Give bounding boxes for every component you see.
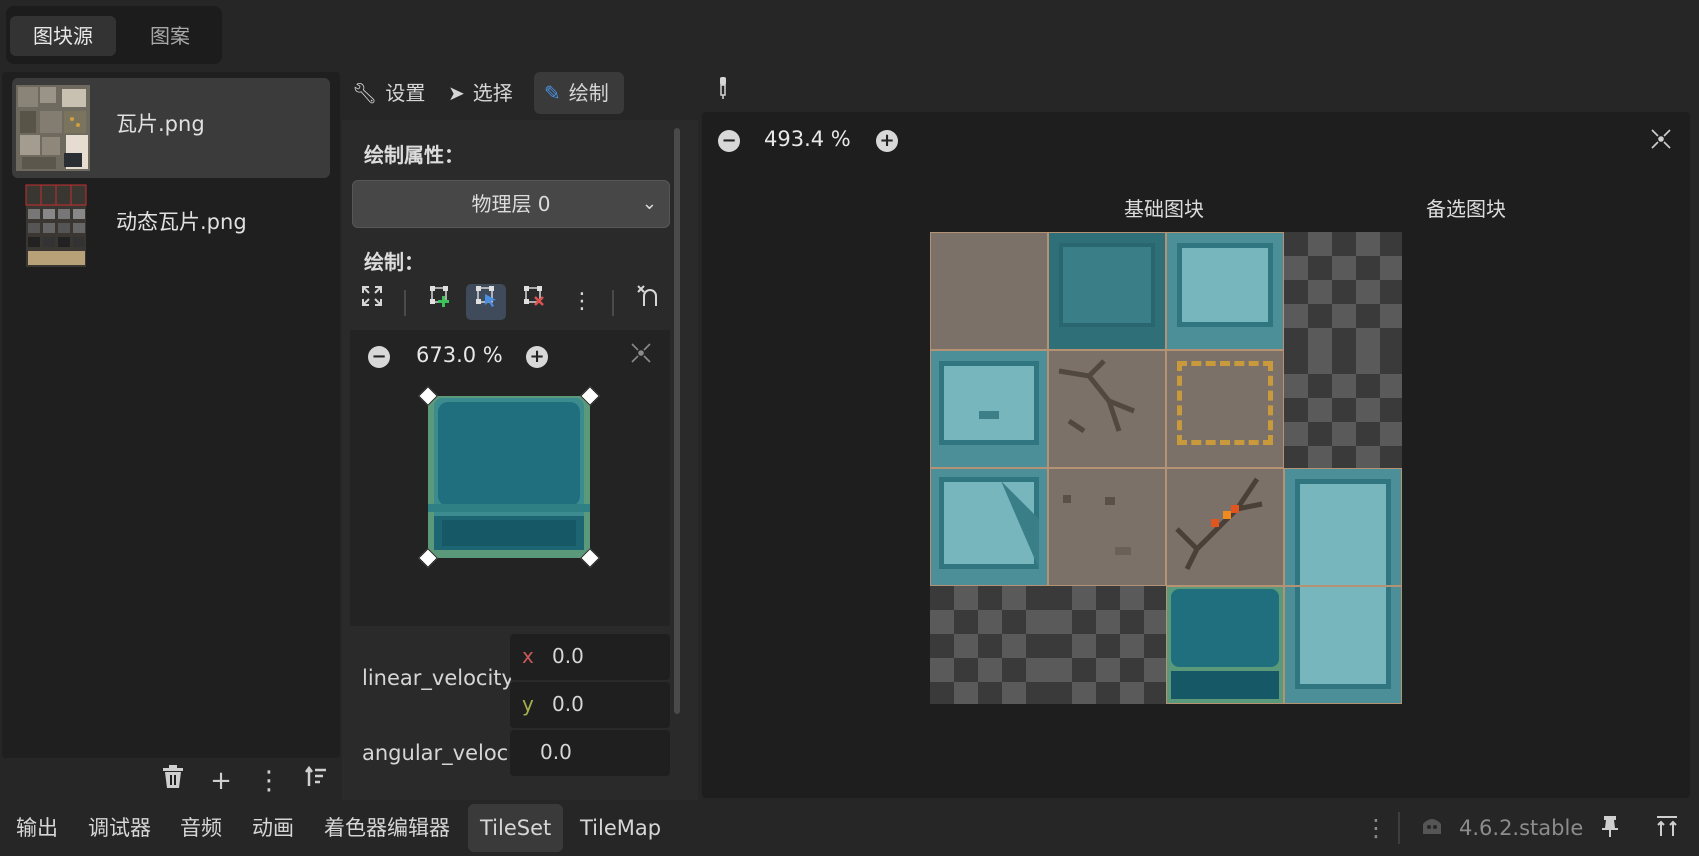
zoom-in-button[interactable]: + (876, 130, 898, 152)
zoom-out-button[interactable]: − (368, 346, 390, 368)
zoom-in-button[interactable]: + (526, 346, 548, 368)
edit-polygon-icon[interactable] (466, 284, 506, 320)
tab-animation[interactable]: 动画 (240, 804, 306, 852)
source-label: 动态瓦片.png (116, 210, 247, 234)
paint-title: 绘制： (364, 250, 424, 274)
atlas-tile[interactable] (1166, 232, 1284, 350)
snap-icon[interactable] (628, 284, 668, 320)
linear-velocity-x-field[interactable]: x 0.0 (510, 634, 670, 680)
kebab-icon[interactable]: ⋮ (562, 284, 602, 320)
chevron-down-icon: ⌄ (641, 193, 657, 214)
godot-logo-icon (1420, 816, 1444, 843)
source-item[interactable]: 动态瓦片.png (12, 176, 330, 276)
tab-output[interactable]: 输出 (4, 804, 70, 852)
zoom-out-button[interactable]: − (718, 130, 740, 152)
base-tiles-label: 基础图块 (1124, 197, 1204, 221)
tab-debugger[interactable]: 调试器 (76, 804, 163, 852)
sort-icon[interactable] (299, 764, 333, 798)
tab-paint[interactable]: ✎ 绘制 (534, 72, 624, 114)
expand-icon[interactable] (352, 284, 392, 320)
divider (1398, 812, 1400, 844)
source-item[interactable]: 瓦片.png (12, 78, 330, 178)
zoom-level: 673.0 % (416, 343, 503, 367)
cursor-icon: ➤ (448, 81, 465, 105)
atlas-tile[interactable] (1048, 232, 1166, 350)
angular-velocity-label: angular_veloc (362, 741, 509, 765)
delete-polygon-icon[interactable] (514, 284, 554, 320)
expand-panel-icon[interactable] (1655, 814, 1679, 843)
alternative-tiles-label: 备选图块 (1426, 197, 1506, 221)
tab-tilemap[interactable]: TileMap (568, 804, 673, 852)
atlas-tile[interactable] (930, 468, 1048, 586)
empty-tile-slot (1048, 586, 1166, 704)
source-label: 瓦片.png (116, 112, 205, 136)
plus-icon[interactable]: + (204, 764, 238, 798)
properties-scrollbar[interactable] (674, 128, 680, 714)
atlas-tile-grid[interactable] (930, 232, 1406, 708)
source-list-panel: 瓦片.png 动态瓦片.png (2, 72, 340, 758)
atlas-tile-selected[interactable] (1166, 586, 1284, 704)
source-thumbnail (16, 183, 90, 269)
angular-velocity-field[interactable]: 0.0 (510, 730, 670, 776)
physics-layer-dropdown[interactable]: 物理层 0 ⌄ (352, 180, 670, 228)
atlas-tile-tall[interactable] (1284, 468, 1402, 704)
kebab-icon[interactable]: ⋮ (252, 764, 286, 798)
kebab-icon[interactable]: ⋮ (1364, 814, 1388, 842)
atlas-tile[interactable] (1048, 350, 1166, 468)
atlas-tile[interactable] (930, 232, 1048, 350)
tab-audio[interactable]: 音频 (168, 804, 234, 852)
polygon-editor-view[interactable]: − 673.0 % + (350, 330, 670, 626)
linear-velocity-y-field[interactable]: y 0.0 (510, 682, 670, 728)
tab-setup[interactable]: 🔧︎ 设置 (342, 72, 436, 114)
source-thumbnail (16, 85, 90, 171)
eyedropper-icon[interactable] (716, 76, 730, 105)
atlas-tile[interactable] (1166, 468, 1284, 586)
brush-icon: ✎ (544, 81, 561, 105)
trash-icon[interactable] (156, 764, 190, 798)
empty-tile-slot (930, 586, 1048, 704)
atlas-tile[interactable] (1166, 350, 1284, 468)
empty-tile-slot (1284, 350, 1402, 468)
paint-properties-title: 绘制属性： (364, 143, 464, 167)
atlas-view[interactable]: − 493.4 % + 基础图块 备选图块 (702, 112, 1690, 798)
center-view-icon[interactable] (630, 342, 652, 369)
tab-tileset[interactable]: TileSet (468, 804, 564, 852)
pin-icon[interactable] (1600, 814, 1620, 843)
empty-tile-slot (1284, 232, 1402, 350)
tab-select[interactable]: ➤ 选择 (438, 72, 532, 114)
add-polygon-icon[interactable] (420, 284, 460, 320)
wrench-icon: 🔧︎ (352, 81, 378, 105)
zoom-level: 493.4 % (764, 127, 851, 151)
version-label: 4.6.2.stable (1459, 816, 1584, 840)
toolbar-divider (612, 290, 614, 316)
center-view-icon[interactable] (1650, 128, 1672, 155)
tab-shader-editor[interactable]: 着色器编辑器 (312, 804, 462, 852)
tab-tile-sources[interactable]: 图块源 (10, 16, 116, 56)
toolbar-divider (404, 290, 406, 316)
source-tabs: 图块源 图案 (6, 6, 222, 64)
atlas-tile[interactable] (1048, 468, 1166, 586)
tile-preview (428, 396, 590, 558)
tab-patterns[interactable]: 图案 (124, 16, 216, 56)
linear-velocity-label: linear_velocity (362, 666, 514, 690)
atlas-tile[interactable] (930, 350, 1048, 468)
